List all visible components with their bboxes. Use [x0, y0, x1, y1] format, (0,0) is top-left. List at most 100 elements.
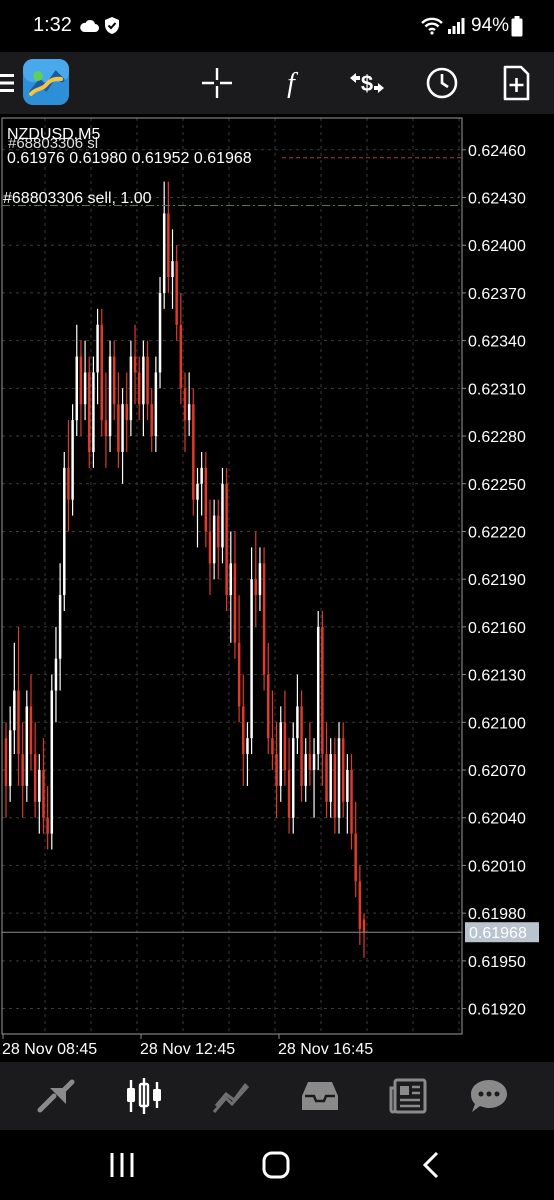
candle-bearish: [300, 706, 303, 786]
x-tick-label: 28 Nov 08:45: [2, 1041, 97, 1058]
candle-bullish: [13, 690, 16, 731]
y-tick-label: 0.62100: [468, 715, 526, 732]
candle-bullish: [291, 738, 295, 818]
new-order-icon[interactable]: [495, 62, 537, 104]
menu-icon[interactable]: [0, 72, 14, 94]
crosshair-icon[interactable]: [196, 62, 238, 104]
candle-bullish: [316, 626, 320, 755]
metatrader-logo-icon[interactable]: [22, 58, 70, 106]
svg-text:f: f: [287, 68, 298, 99]
candle-bearish: [88, 372, 91, 452]
candle-bullish: [8, 730, 12, 786]
candle-bearish: [358, 881, 362, 930]
y-tick-label: 0.61980: [468, 906, 526, 923]
back-icon[interactable]: [412, 1148, 452, 1182]
candle-bearish: [225, 483, 228, 596]
candle-bearish: [21, 754, 24, 786]
candle-bearish: [150, 404, 153, 437]
candle-bearish: [233, 563, 237, 643]
recent-apps-icon[interactable]: [102, 1148, 142, 1182]
battery-percent: 94%: [471, 15, 510, 36]
candle-bullish: [54, 658, 58, 691]
candle-bullish: [63, 467, 66, 596]
indicator-f-icon[interactable]: f: [270, 62, 312, 104]
candle-bullish: [258, 563, 262, 596]
candle-bearish: [208, 531, 212, 564]
candle-bearish: [242, 706, 245, 755]
y-tick-label: 0.62370: [468, 286, 526, 303]
candle-bullish: [154, 372, 158, 437]
candle-bearish: [267, 674, 270, 739]
home-icon[interactable]: [256, 1148, 296, 1182]
candle-bearish: [192, 404, 195, 500]
system-navigation: [0, 1130, 554, 1200]
position-line-label: #68803306 sell, 1.00: [3, 190, 152, 207]
candle-bearish: [175, 261, 178, 325]
y-tick-label: 0.62340: [468, 334, 526, 351]
signal-icon: [448, 18, 465, 34]
y-tick-label: 0.62220: [468, 524, 526, 541]
y-tick-label: 0.62010: [468, 858, 526, 875]
candle-bearish: [254, 579, 258, 596]
candle-bullish: [337, 738, 341, 818]
chart-icon[interactable]: [122, 1076, 166, 1116]
candle-bearish: [325, 754, 328, 802]
candle-bearish: [354, 833, 357, 882]
chat-icon[interactable]: [467, 1076, 511, 1116]
candle-bearish: [137, 372, 141, 405]
bottom-navigation: [0, 1062, 554, 1130]
candle-bullish: [38, 770, 41, 802]
candle-bearish: [183, 388, 187, 421]
quotes-icon[interactable]: [34, 1076, 78, 1116]
candle-bullish: [212, 515, 216, 564]
y-tick-label: 0.62040: [468, 811, 526, 828]
candle-bullish: [200, 467, 203, 484]
candle-bearish: [42, 770, 45, 818]
candle-bearish: [283, 722, 287, 771]
candle-bullish: [129, 356, 133, 421]
candle-bearish: [117, 404, 120, 452]
candle-bullish: [250, 579, 253, 739]
current-price-label: 0.61968: [469, 925, 527, 942]
candle-bullish: [58, 595, 62, 659]
candle-bearish: [321, 626, 324, 755]
candle-bearish: [167, 213, 170, 278]
candle-bearish: [79, 356, 83, 405]
candle-bullish: [83, 372, 87, 405]
candle-bearish: [204, 467, 208, 532]
y-tick-label: 0.61920: [468, 1002, 526, 1019]
candle-bearish: [67, 467, 70, 500]
candle-bullish: [187, 404, 191, 421]
shield-check-icon: [105, 17, 119, 34]
y-tick-label: 0.62160: [468, 620, 526, 637]
candle-bearish: [333, 754, 337, 818]
y-tick-label: 0.62130: [468, 668, 526, 685]
candle-bullish: [75, 356, 79, 421]
history-icon[interactable]: [298, 1076, 342, 1116]
price-chart[interactable]: 0.62460 0.62430 0.62400 0.62370 0.62340 0.623…: [0, 114, 554, 1062]
trade-dollar-icon[interactable]: $: [346, 62, 388, 104]
candle-bearish: [308, 754, 312, 771]
news-icon[interactable]: [387, 1076, 431, 1116]
candle-bearish: [262, 563, 266, 675]
status-bar: 1:32 94%: [0, 0, 554, 52]
trade-icon[interactable]: [210, 1076, 254, 1116]
clock-icon[interactable]: [421, 62, 463, 104]
y-tick-label: 0.62070: [468, 763, 526, 780]
candle-bearish: [100, 324, 103, 421]
candle-bullish: [158, 292, 162, 373]
ohlc-readout: 0.61976 0.61980 0.61952 0.61968: [7, 150, 252, 167]
candle-bearish: [179, 324, 183, 389]
candle-bullish: [229, 563, 233, 596]
candle-bullish: [25, 706, 29, 786]
y-tick-label: 0.62280: [468, 429, 526, 446]
candle-bearish: [112, 356, 116, 405]
candle-bearish: [4, 738, 8, 786]
candle-bullish: [142, 356, 145, 405]
candle-bullish: [171, 261, 174, 278]
candle-bearish: [341, 738, 345, 802]
candle-bullish: [50, 690, 54, 834]
chart-canvas[interactable]: 0.62460 0.62430 0.62400 0.62370 0.62340 0.623…: [0, 114, 554, 1062]
candle-bullish: [96, 324, 99, 373]
candle-bearish: [287, 770, 291, 818]
